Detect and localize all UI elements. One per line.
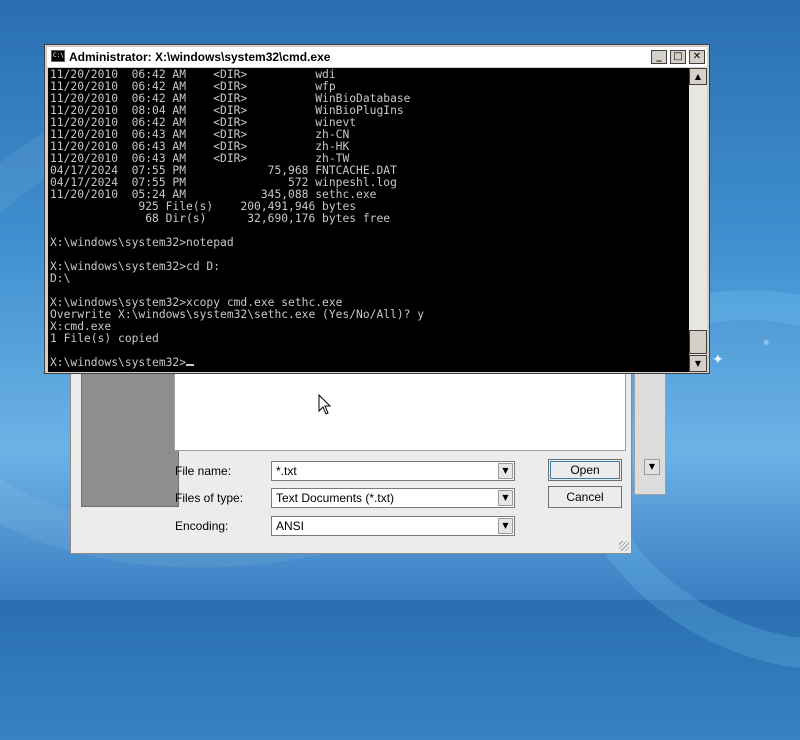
console-line: X:\windows\system32>notepad	[50, 236, 234, 249]
text-cursor	[186, 364, 195, 366]
open-button[interactable]: Open	[548, 459, 622, 481]
encoding-label: Encoding:	[175, 519, 229, 533]
close-button[interactable]: ✕	[689, 50, 705, 64]
scroll-thumb[interactable]	[689, 330, 707, 354]
file-name-field[interactable]: *.txt ▼	[271, 461, 515, 481]
console-line: 68 Dir(s) 32,690,176 bytes free	[50, 212, 391, 225]
console-output[interactable]: 11/20/2010 06:42 AM <DIR> wdi 11/20/2010…	[48, 68, 689, 372]
scroll-down-arrow-icon[interactable]: ▼	[689, 355, 707, 372]
sparkle-icon: ✦	[712, 352, 724, 368]
file-name-label: File name:	[175, 464, 232, 478]
file-type-select[interactable]: Text Documents (*.txt) ▼	[271, 488, 515, 508]
file-name-value[interactable]: *.txt	[276, 464, 297, 478]
cmd-window: C:\ Administrator: X:\windows\system32\c…	[44, 44, 710, 374]
console-text: 11/20/2010 06:42 AM <DIR> wdi 11/20/2010…	[48, 68, 689, 369]
mouse-pointer-icon	[318, 394, 332, 415]
vertical-scrollbar[interactable]: ▲ ▼	[689, 68, 707, 372]
console-app-icon[interactable]: C:\	[51, 50, 65, 62]
console-prompt[interactable]: X:\windows\system32>	[50, 356, 186, 369]
title-bar[interactable]: C:\ Administrator: X:\windows\system32\c…	[47, 47, 707, 67]
console-line: D:\	[50, 272, 71, 285]
resize-grip-icon[interactable]	[619, 541, 629, 551]
scroll-up-arrow-icon[interactable]: ▲	[689, 68, 707, 85]
chevron-down-icon[interactable]: ▼	[498, 463, 513, 479]
encoding-select[interactable]: ANSI ▼	[271, 516, 515, 536]
scroll-down-button[interactable]: ▼	[644, 459, 660, 475]
file-type-value[interactable]: Text Documents (*.txt)	[276, 491, 394, 505]
minimize-button[interactable]: _	[651, 50, 667, 64]
chevron-down-icon[interactable]: ▼	[498, 518, 513, 534]
console-line: 1 File(s) copied	[50, 332, 159, 345]
window-title: Administrator: X:\windows\system32\cmd.e…	[69, 50, 331, 64]
encoding-value[interactable]: ANSI	[276, 519, 304, 533]
maximize-button[interactable]: □	[670, 50, 686, 64]
console-line: X:\windows\system32>cd D:	[50, 260, 221, 273]
sparkle-icon: ✧	[762, 338, 771, 349]
cancel-button[interactable]: Cancel	[548, 486, 622, 508]
chevron-down-icon[interactable]: ▼	[498, 490, 513, 506]
file-type-label: Files of type:	[175, 491, 244, 505]
